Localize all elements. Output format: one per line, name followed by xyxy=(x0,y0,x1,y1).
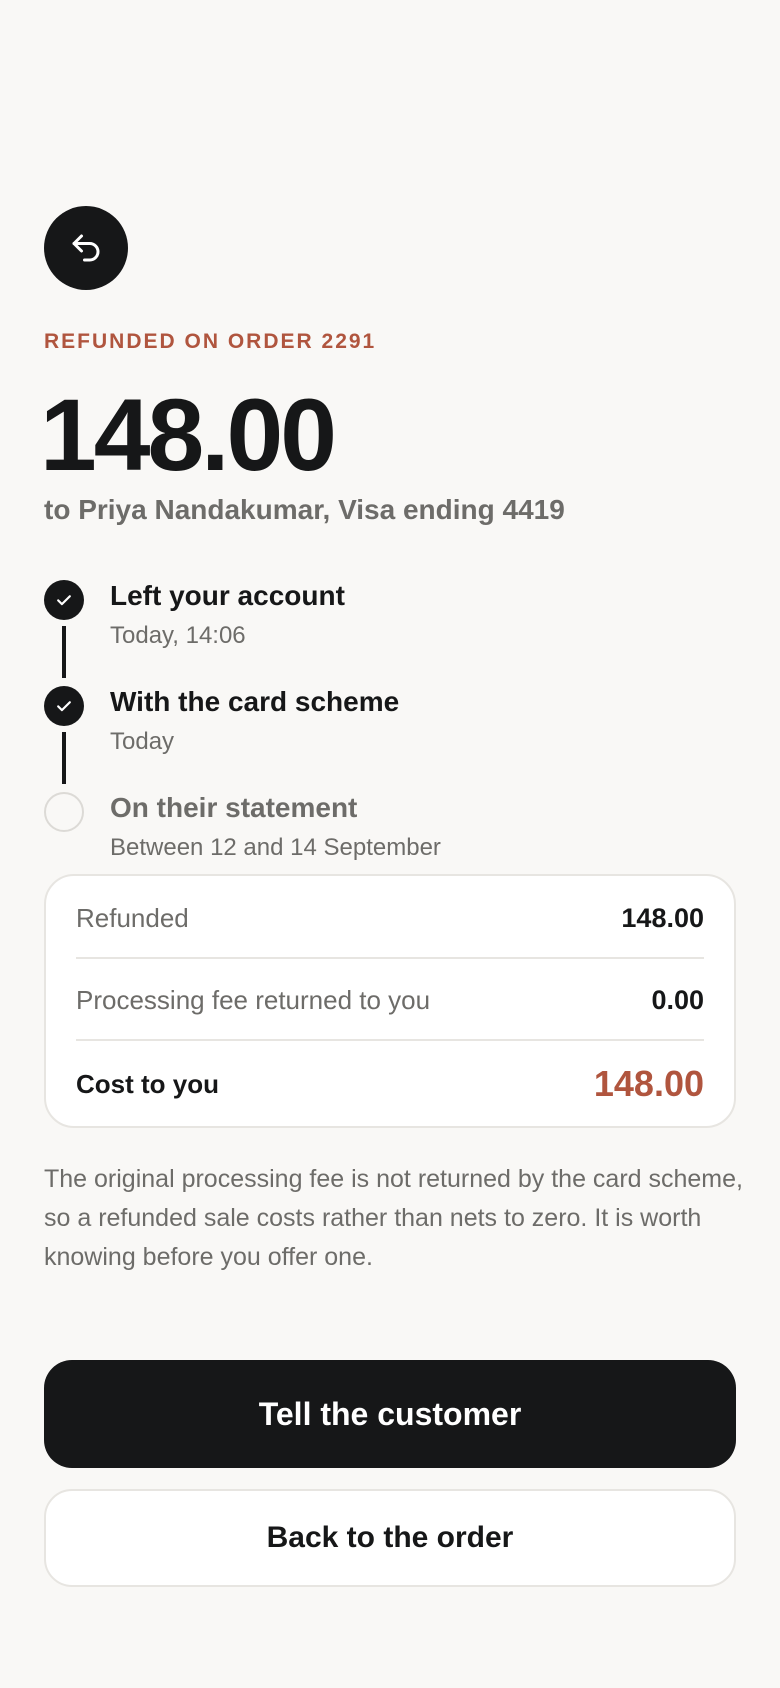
summary-row-refunded: Refunded 148.00 xyxy=(76,896,704,940)
summary-row-fee-returned: Processing fee returned to you 0.00 xyxy=(76,978,704,1022)
summary-value: 148.00 xyxy=(621,902,704,933)
summary-total-value: 148.00 xyxy=(593,1063,704,1104)
summary-row-cost: Cost to you 148.00 xyxy=(76,1060,704,1108)
back-to-order-button[interactable]: Back to the order xyxy=(44,1489,736,1587)
step-subtitle: Today xyxy=(110,728,175,755)
step-complete-icon xyxy=(44,580,84,620)
step-complete-icon xyxy=(44,686,84,726)
summary-label: Refunded xyxy=(76,902,189,933)
summary-divider xyxy=(76,1039,704,1041)
fee-explanation-note: The original processing fee is not retur… xyxy=(44,1165,743,1271)
refund-summary-card: Refunded 148.00 Processing fee returned … xyxy=(44,874,736,1128)
summary-label: Processing fee returned to you xyxy=(76,984,431,1015)
timeline-step-card-scheme: With the card scheme Today xyxy=(44,682,744,788)
refund-recipient: to Priya Nandakumar, Visa ending 4419 xyxy=(44,494,565,525)
step-title: With the card scheme xyxy=(110,686,400,717)
refund-eyebrow: REFUNDED ON ORDER 2291 xyxy=(44,330,377,353)
step-title: Left your account xyxy=(110,580,345,611)
tell-customer-button[interactable]: Tell the customer xyxy=(44,1360,736,1468)
timeline-connector xyxy=(62,626,66,678)
step-title: On their statement xyxy=(110,792,358,823)
refund-amount: 148.00 xyxy=(40,378,337,492)
step-subtitle: Between 12 and 14 September xyxy=(110,834,441,861)
back-button[interactable] xyxy=(44,206,128,290)
return-arrow-icon xyxy=(68,230,104,266)
step-pending-icon xyxy=(44,792,84,832)
summary-total-label: Cost to you xyxy=(76,1068,219,1099)
summary-divider xyxy=(76,957,704,959)
step-subtitle: Today, 14:06 xyxy=(110,622,246,649)
timeline-connector xyxy=(62,732,66,784)
summary-value: 0.00 xyxy=(651,984,704,1015)
timeline-step-left-account: Left your account Today, 14:06 xyxy=(44,576,744,682)
